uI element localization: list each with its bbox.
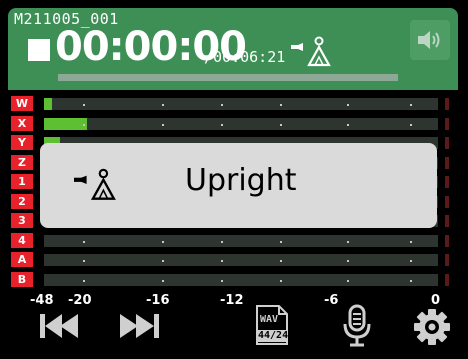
peak-indicator — [445, 117, 449, 130]
meter-tick — [347, 104, 350, 106]
channel-label: Z — [11, 154, 33, 170]
scene-overlay: Upright — [40, 143, 437, 228]
channel-label: 3 — [11, 213, 33, 228]
meter-tick — [162, 240, 165, 243]
meter-tick — [83, 123, 86, 126]
total-time: /00:06:21 — [204, 48, 286, 66]
file-format-button[interactable]: WAV 44/24 — [255, 304, 289, 346]
recorder-screen: M211005_001 00:00:00 /00:06:21 WXYZ 1 2 3 4 A… — [8, 8, 458, 351]
level-meter-fill — [44, 98, 52, 110]
meter-tick — [410, 260, 413, 262]
peak-indicator — [445, 215, 449, 227]
channel-label: 4 — [11, 232, 33, 248]
playback-progress-bar[interactable] — [58, 74, 398, 81]
peak-indicator — [445, 137, 449, 149]
peak-indicator — [445, 273, 449, 286]
peak-indicator — [445, 176, 449, 188]
meter-tick — [347, 279, 350, 282]
format-rate: 44/24 — [258, 330, 289, 341]
scale-label: 0 — [431, 293, 441, 308]
channel-label: B — [11, 271, 33, 287]
meter-tick — [280, 104, 283, 106]
scene-upright-icon — [74, 168, 116, 200]
peak-indicator — [445, 195, 449, 208]
fast-forward-icon[interactable] — [118, 308, 162, 344]
meter-tick — [162, 104, 165, 106]
stop-icon[interactable] — [28, 39, 50, 61]
meter-tick — [280, 123, 283, 126]
format-type: WAV — [260, 314, 279, 325]
channel-label: 2 — [11, 193, 33, 209]
scale-label: -20 — [68, 293, 92, 308]
meter-tick — [410, 123, 413, 126]
meter-tick — [280, 240, 283, 243]
channel-label: A — [11, 252, 33, 267]
meter-tick — [162, 260, 165, 262]
meter-tick — [83, 260, 86, 262]
level-meter-bar — [44, 234, 438, 247]
meter-tick — [221, 123, 224, 126]
scale-label: -48 — [30, 293, 54, 308]
gear-icon[interactable] — [413, 308, 451, 346]
meter-tick — [221, 279, 224, 282]
meter-tick — [410, 240, 413, 243]
meter-tick — [83, 240, 86, 243]
meter-tick — [221, 260, 224, 262]
level-meter-bar — [44, 273, 438, 286]
channel-label: 1 — [11, 174, 33, 189]
meter-tick — [83, 104, 86, 106]
peak-indicator — [445, 254, 449, 266]
scene-upright-icon — [291, 36, 331, 67]
level-meter-bar — [44, 98, 438, 110]
meter-tick — [347, 240, 350, 243]
meter-tick — [162, 279, 165, 282]
meter-tick — [221, 104, 224, 106]
meter-tick — [280, 260, 283, 262]
meter-tick — [410, 279, 413, 282]
scale-label: -12 — [220, 293, 244, 308]
scale-label: -6 — [324, 293, 339, 308]
peak-indicator — [445, 234, 449, 247]
level-meter-bar — [44, 117, 438, 130]
peak-indicator — [445, 156, 449, 169]
level-meter-fill — [44, 117, 88, 130]
scale-label: -16 — [146, 293, 170, 308]
meter-tick — [221, 240, 224, 243]
level-meter-bar — [44, 254, 438, 266]
rewind-icon[interactable] — [38, 308, 82, 344]
meter-tick — [347, 123, 350, 126]
channel-label: X — [11, 115, 33, 131]
scene-label: Upright — [185, 163, 297, 198]
speaker-button[interactable] — [410, 20, 450, 60]
microphone-icon[interactable] — [342, 304, 372, 348]
meter-tick — [83, 279, 86, 282]
meter-tick — [347, 260, 350, 262]
channel-label: W — [11, 96, 33, 111]
meter-tick — [410, 104, 413, 106]
peak-indicator — [445, 98, 449, 110]
speaker-icon — [418, 31, 440, 49]
meter-tick — [162, 123, 165, 126]
header-panel: M211005_001 00:00:00 /00:06:21 — [8, 8, 458, 90]
channel-label: Y — [11, 135, 33, 150]
meter-tick — [280, 279, 283, 282]
